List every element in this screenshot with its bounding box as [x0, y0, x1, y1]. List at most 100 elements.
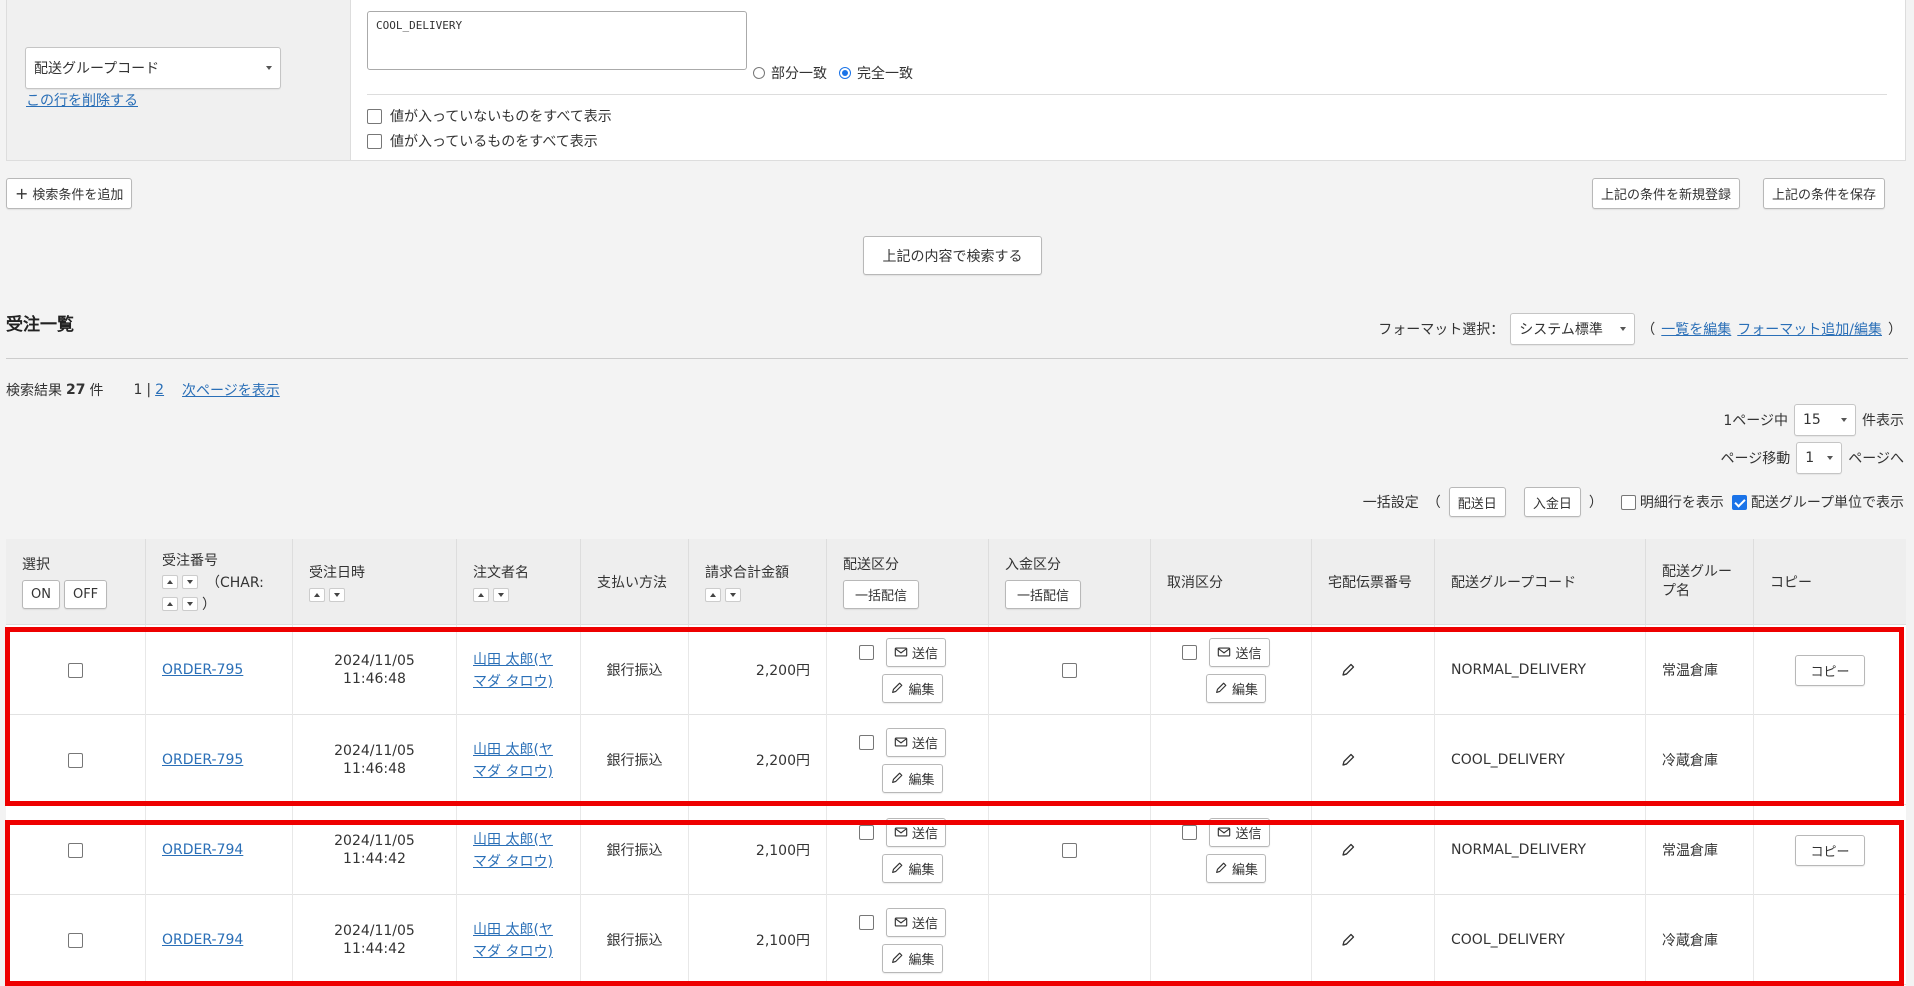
- format-select[interactable]: システム標準: [1510, 313, 1636, 345]
- ship-edit-button[interactable]: 編集: [882, 853, 943, 883]
- order-link[interactable]: ORDER-794: [162, 842, 243, 858]
- order-time: 11:44:42: [343, 941, 406, 957]
- customer-link-cont[interactable]: マダ タロウ): [473, 761, 553, 781]
- cancel-status-checkbox[interactable]: [1182, 644, 1198, 660]
- ship-send-button[interactable]: 送信: [885, 637, 946, 667]
- condition-field-select[interactable]: 配送グループコード: [25, 47, 281, 89]
- sort-desc-icon[interactable]: [725, 587, 741, 602]
- cancel-send-button[interactable]: 送信: [1209, 817, 1270, 847]
- pencil-icon[interactable]: [1340, 662, 1356, 678]
- copy-cell: [1754, 715, 1906, 805]
- total-cell: 2,100円: [689, 805, 827, 895]
- page-move-select[interactable]: 1: [1796, 442, 1843, 474]
- send-label: 送信: [911, 826, 938, 842]
- edit-list-link[interactable]: 一覧を編集: [1661, 319, 1731, 339]
- tracking-cell: [1312, 625, 1435, 715]
- sort-desc-icon[interactable]: [182, 574, 198, 589]
- show-by-group-checkbox[interactable]: [1731, 494, 1747, 510]
- ship-send-button[interactable]: 送信: [885, 817, 946, 847]
- group-name-cell: 常温倉庫: [1646, 805, 1754, 895]
- row-select-checkbox[interactable]: [68, 662, 83, 678]
- group-code-cell: NORMAL_DELIVERY: [1435, 625, 1646, 715]
- format-edit-link[interactable]: フォーマット追加/編集: [1737, 319, 1882, 339]
- ship-status-checkbox[interactable]: [858, 734, 874, 750]
- payment-cell: 銀行振込: [581, 805, 689, 895]
- sort-asc-icon[interactable]: [162, 574, 178, 589]
- row-select-checkbox[interactable]: [68, 752, 83, 768]
- ship-status-checkbox[interactable]: [858, 914, 874, 930]
- sort-asc-icon[interactable]: [309, 587, 325, 602]
- sort-desc-icon[interactable]: [493, 587, 509, 602]
- customer-link-cont[interactable]: マダ タロウ): [473, 941, 553, 961]
- page-2-link[interactable]: 2: [155, 382, 164, 398]
- match-exact-label: 完全一致: [857, 66, 913, 82]
- pencil-icon[interactable]: [1340, 842, 1356, 858]
- bulk-send-ship-button[interactable]: 一括配信: [843, 580, 919, 609]
- option-empty[interactable]: 値が入っていないものをすべて表示: [367, 106, 612, 126]
- show-detail-rows-checkbox[interactable]: [1620, 494, 1636, 510]
- ship-edit-button[interactable]: 編集: [882, 673, 943, 703]
- pay-status-checkbox[interactable]: [1062, 842, 1077, 858]
- sort-desc-icon[interactable]: [182, 596, 198, 611]
- bulk-send-pay-button[interactable]: 一括配信: [1005, 580, 1081, 609]
- add-condition-button[interactable]: + 検索条件を追加: [6, 178, 133, 209]
- cancel-status-checkbox[interactable]: [1182, 824, 1198, 840]
- header-group-code-label: 配送グループコード: [1451, 574, 1577, 591]
- ship-status-checkbox[interactable]: [858, 644, 874, 660]
- sort-asc-icon[interactable]: [162, 596, 178, 611]
- delete-row-link[interactable]: この行を削除する: [26, 90, 138, 110]
- option-empty-checkbox[interactable]: [367, 108, 382, 124]
- condition-value-textarea[interactable]: [367, 11, 747, 70]
- bulk-pay-date-button[interactable]: 入金日: [1523, 487, 1581, 517]
- pencil-icon[interactable]: [1340, 932, 1356, 948]
- copy-cell: コピー: [1754, 805, 1906, 895]
- row-select-checkbox[interactable]: [68, 932, 83, 948]
- customer-link[interactable]: 山田 太郎(ヤ: [473, 739, 553, 759]
- next-page-link[interactable]: 次ページを表示: [182, 380, 280, 400]
- ship-send-button[interactable]: 送信: [885, 727, 946, 757]
- copy-button[interactable]: コピー: [1795, 834, 1865, 866]
- customer-link[interactable]: 山田 太郎(ヤ: [473, 919, 553, 939]
- customer-link-cont[interactable]: マダ タロウ): [473, 671, 553, 691]
- tracking-cell: [1312, 895, 1435, 985]
- pay-status-checkbox[interactable]: [1062, 662, 1077, 678]
- pencil-icon[interactable]: [1340, 752, 1356, 768]
- per-page-select[interactable]: 15: [1794, 404, 1856, 436]
- order-link[interactable]: ORDER-795: [162, 662, 243, 678]
- per-page-value: 15: [1803, 412, 1821, 428]
- format-value: システム標準: [1519, 322, 1603, 338]
- pay-status-cell: [989, 805, 1151, 895]
- ship-edit-button[interactable]: 編集: [882, 763, 943, 793]
- total-amount: 2,200円: [755, 663, 810, 679]
- cancel-edit-button[interactable]: 編集: [1205, 673, 1266, 703]
- order-link[interactable]: ORDER-794: [162, 932, 243, 948]
- ship-status-checkbox[interactable]: [858, 824, 874, 840]
- bulk-ship-date-button[interactable]: 配送日: [1448, 487, 1506, 517]
- select-all-off-button[interactable]: OFF: [63, 580, 108, 609]
- group-code: NORMAL_DELIVERY: [1451, 842, 1587, 858]
- sort-desc-icon[interactable]: [329, 587, 345, 602]
- envelope-icon: [894, 915, 908, 929]
- customer-link-cont[interactable]: マダ タロウ): [473, 851, 553, 871]
- sort-asc-icon[interactable]: [473, 587, 489, 602]
- option-filled[interactable]: 値が入っているものをすべて表示: [367, 131, 598, 151]
- customer-link[interactable]: 山田 太郎(ヤ: [473, 829, 553, 849]
- option-filled-checkbox[interactable]: [367, 133, 382, 149]
- sort-asc-icon[interactable]: [705, 587, 721, 602]
- cancel-send-button[interactable]: 送信: [1209, 637, 1270, 667]
- copy-button[interactable]: コピー: [1795, 654, 1865, 686]
- match-partial-radio[interactable]: [753, 67, 765, 79]
- search-button[interactable]: 上記の内容で検索する: [863, 236, 1042, 275]
- customer-link[interactable]: 山田 太郎(ヤ: [473, 649, 553, 669]
- ship-edit-button[interactable]: 編集: [882, 943, 943, 973]
- match-exact-radio[interactable]: [839, 67, 851, 79]
- edit-label: 編集: [908, 682, 935, 698]
- order-link[interactable]: ORDER-795: [162, 752, 243, 768]
- payment-cell: 銀行振込: [581, 625, 689, 715]
- cancel-edit-button[interactable]: 編集: [1205, 853, 1266, 883]
- row-select-checkbox[interactable]: [68, 842, 83, 858]
- select-all-on-button[interactable]: ON: [22, 580, 60, 609]
- ship-send-button[interactable]: 送信: [885, 907, 946, 937]
- save-condition-button[interactable]: 上記の条件を保存: [1763, 178, 1886, 209]
- save-as-new-button[interactable]: 上記の条件を新規登録: [1592, 178, 1741, 209]
